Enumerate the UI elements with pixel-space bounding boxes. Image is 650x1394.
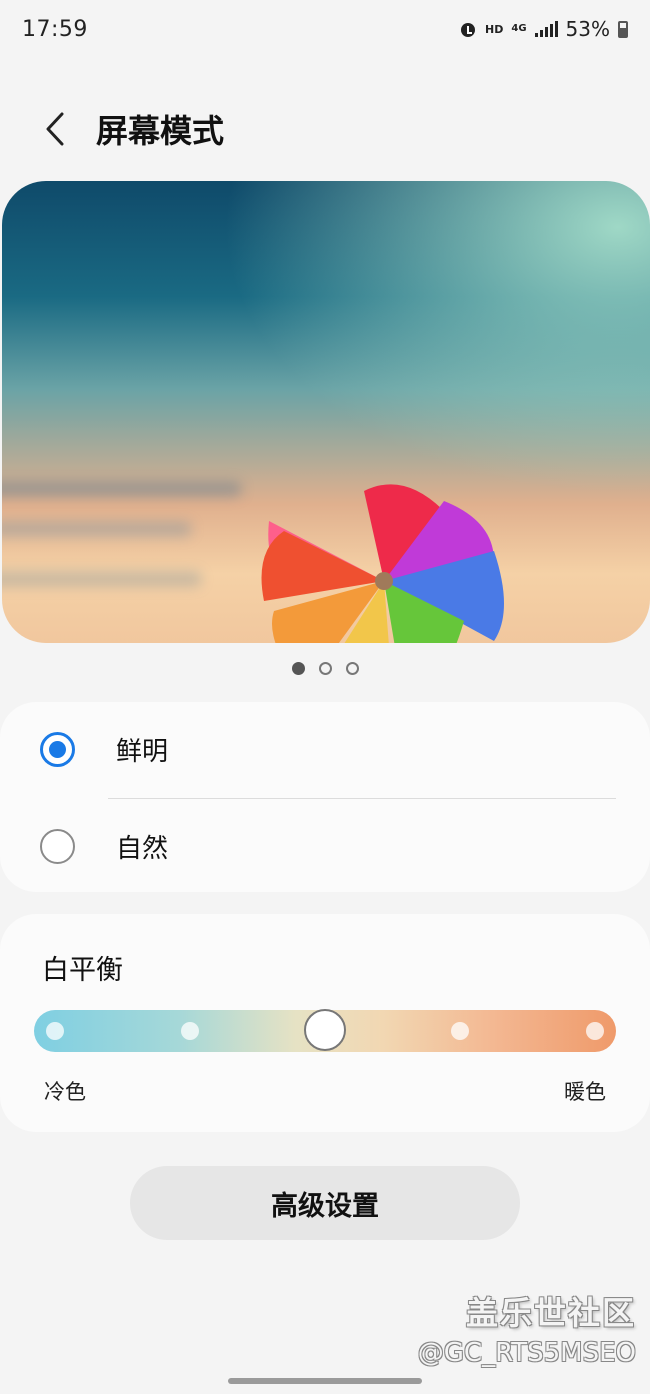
battery-icon xyxy=(618,20,628,38)
slider-thumb[interactable] xyxy=(304,1009,346,1051)
watermark-logo: 盖乐世社区 xyxy=(465,1294,636,1332)
white-balance-card: 白平衡 冷色 暖色 xyxy=(0,914,650,1132)
page-dot-3[interactable] xyxy=(345,662,359,675)
radio-natural[interactable] xyxy=(40,829,75,864)
page-dot-1[interactable] xyxy=(291,662,305,675)
alarm-icon xyxy=(459,20,477,38)
cool-label: 冷色 xyxy=(44,1080,86,1104)
battery-percent: 53% xyxy=(565,17,610,41)
slider-step xyxy=(181,1022,199,1040)
slider-step xyxy=(586,1022,604,1040)
mode-option-vivid[interactable]: 鲜明 xyxy=(0,702,650,797)
watermark-user: @GC_RTS5MSEO xyxy=(417,1338,636,1368)
status-bar: 17:59 HD 4G 53% xyxy=(0,0,650,58)
radio-vivid[interactable] xyxy=(40,732,75,767)
home-indicator[interactable] xyxy=(228,1378,422,1384)
app-header: 屏幕模式 xyxy=(0,96,650,162)
hd-badge: HD xyxy=(485,22,504,36)
mode-label-vivid: 鲜明 xyxy=(116,737,169,767)
page-indicator xyxy=(0,662,650,675)
signal-icon xyxy=(534,21,558,37)
back-button[interactable] xyxy=(26,99,86,159)
white-balance-title: 白平衡 xyxy=(42,955,123,986)
mode-option-natural[interactable]: 自然 xyxy=(0,799,650,894)
page-title: 屏幕模式 xyxy=(96,112,225,150)
warm-label: 暖色 xyxy=(564,1080,606,1104)
mode-label-natural: 自然 xyxy=(116,834,169,864)
white-balance-slider[interactable] xyxy=(34,1009,616,1052)
network-type: 4G xyxy=(511,23,527,34)
pinwheel-image xyxy=(261,484,504,643)
status-icons: HD 4G 53% xyxy=(459,17,628,41)
chevron-left-icon xyxy=(46,112,64,146)
screen-mode-card: 鲜明 自然 xyxy=(0,702,650,892)
slider-step xyxy=(46,1022,64,1040)
preview-image[interactable] xyxy=(2,181,650,643)
page-dot-2[interactable] xyxy=(318,662,332,675)
advanced-settings-button[interactable]: 高级设置 xyxy=(130,1166,520,1240)
slider-step xyxy=(451,1022,469,1040)
status-time: 17:59 xyxy=(22,16,88,42)
